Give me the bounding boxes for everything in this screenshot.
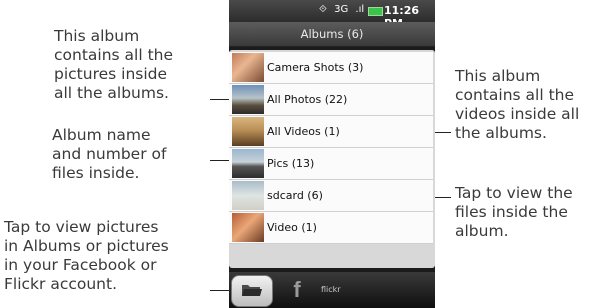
album-thumbnail xyxy=(232,181,264,210)
annotation-all-videos: This album contains all the videos insid… xyxy=(455,67,579,143)
album-row-camera-shots[interactable]: Camera Shots (3) xyxy=(229,52,433,84)
annotation-line: This album xyxy=(455,67,541,85)
albums-tab-button[interactable] xyxy=(231,275,273,307)
album-label: All Photos (22) xyxy=(267,93,348,106)
battery-icon xyxy=(368,7,383,16)
album-thumbnail xyxy=(232,213,264,242)
annotation-line: Tap to view the xyxy=(455,184,573,202)
annotation-tap-album: Tap to view the files inside the album. xyxy=(455,184,573,241)
annotation-line: in your Facebook or xyxy=(4,256,157,274)
status-icons: ⟐ 3G .ıl xyxy=(319,4,368,15)
album-row-sdcard[interactable]: sdcard (6) xyxy=(229,180,433,212)
title-bar: Albums (6) xyxy=(229,22,435,47)
signal-icon: .ıl xyxy=(355,4,365,15)
annotation-line: Tap to view pictures xyxy=(4,218,159,236)
status-bar: ⟐ 3G .ıl 11:26 PM xyxy=(229,0,435,30)
album-label: Pics (13) xyxy=(267,157,315,170)
annotation-line: album. xyxy=(455,222,509,240)
album-list: Camera Shots (3) All Photos (22) All Vid… xyxy=(229,50,435,268)
album-row-all-photos[interactable]: All Photos (22) xyxy=(229,84,433,116)
phone-screen: ⟐ 3G .ıl 11:26 PM Albums (6) Camera Shot… xyxy=(229,0,435,308)
album-row-video[interactable]: Video (1) xyxy=(229,212,433,244)
network-3g-icon: 3G xyxy=(334,4,349,15)
annotation-line: the albums. xyxy=(455,124,547,142)
page-title: Albums (6) xyxy=(300,27,364,41)
annotation-line: Album name xyxy=(52,126,151,144)
album-label: Video (1) xyxy=(267,221,317,234)
annotation-all-photos: This album contains all the pictures ins… xyxy=(54,27,173,103)
annotation-line: videos inside all xyxy=(455,105,580,123)
album-label: Camera Shots (3) xyxy=(267,61,364,74)
album-label: sdcard (6) xyxy=(267,189,323,202)
album-row-pics[interactable]: Pics (13) xyxy=(229,148,433,180)
annotation-line: and number of xyxy=(52,145,167,163)
album-thumbnail xyxy=(232,53,264,82)
annotation-line: all the albums. xyxy=(54,84,169,102)
album-thumbnail xyxy=(232,85,264,114)
annotation-album-name: Album name and number of files inside. xyxy=(52,126,166,183)
facebook-tab-button[interactable]: f xyxy=(283,275,311,305)
album-row-all-videos[interactable]: All Videos (1) xyxy=(229,116,433,148)
album-thumbnail xyxy=(232,149,264,178)
annotation-line: contains all the xyxy=(54,46,174,64)
annotation-line: contains all the xyxy=(455,86,575,104)
flickr-tab-button[interactable]: flickr xyxy=(321,285,341,294)
annotation-line: files inside. xyxy=(52,164,140,182)
annotation-line: This album xyxy=(54,27,140,45)
annotation-line: files inside the xyxy=(455,203,568,221)
annotation-bottom-tabs: Tap to view pictures in Albums or pictur… xyxy=(4,218,169,294)
annotation-line: in Albums or pictures xyxy=(4,237,169,255)
bottom-tab-bar: f flickr xyxy=(229,272,435,308)
folder-icon xyxy=(242,285,262,296)
annotation-line: pictures inside xyxy=(54,65,168,83)
sound-icon: ⟐ xyxy=(319,4,327,15)
album-label: All Videos (1) xyxy=(267,125,340,138)
annotation-line: Flickr account. xyxy=(4,275,118,293)
album-thumbnail xyxy=(232,117,264,146)
